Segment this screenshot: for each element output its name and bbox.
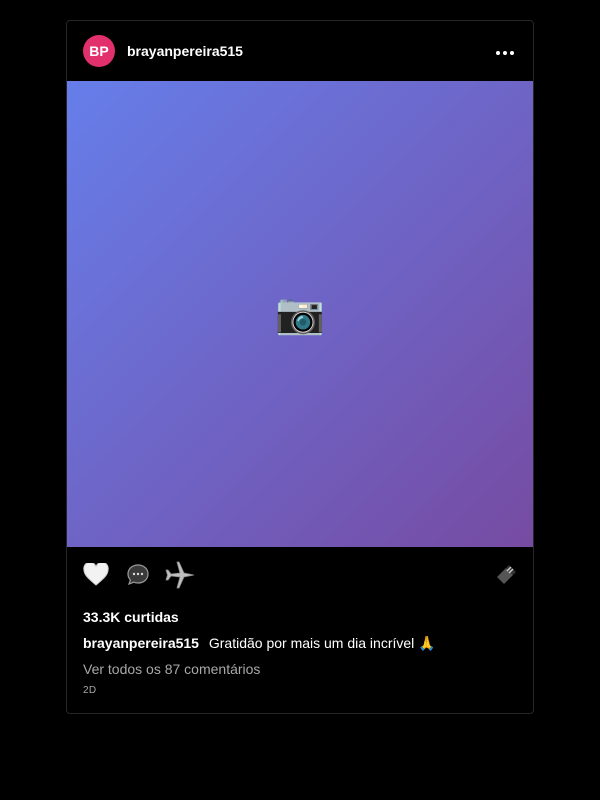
post-header: BP brayanpereira515 — [67, 21, 533, 81]
heart-icon — [83, 561, 109, 592]
more-options-button[interactable] — [493, 39, 517, 63]
caption-emoji: 🙏 — [418, 636, 436, 652]
save-button[interactable] — [489, 562, 519, 592]
post-username[interactable]: brayanpereira515 — [127, 43, 243, 59]
comment-bubble-icon — [125, 562, 151, 593]
caption-username[interactable]: brayanpereira515 — [83, 635, 199, 651]
likes-count[interactable]: 33.3K curtidas — [83, 609, 517, 627]
view-comments-link[interactable]: Ver todos os 87 comentários — [83, 661, 517, 679]
avatar[interactable]: BP — [83, 35, 115, 67]
post-caption: brayanpereira515 Gratidão por mais um di… — [83, 635, 517, 653]
caption-text: Gratidão por mais um dia incrível — [208, 635, 415, 651]
post-media[interactable]: 📷 — [67, 81, 533, 547]
airplane-share-icon — [164, 559, 196, 596]
post-info: 33.3K curtidas brayanpereira515 Gratidão… — [83, 609, 517, 696]
more-horizontal-icon — [496, 42, 514, 60]
camera-icon: 📷 — [275, 291, 325, 337]
bookmark-icon — [491, 562, 517, 593]
post-timestamp: 2D — [83, 685, 97, 696]
share-button[interactable] — [165, 561, 195, 592]
post-card: BP brayanpereira515 📷 33.3K curtidas bra… — [66, 20, 534, 714]
like-button[interactable] — [81, 561, 111, 592]
post-actions — [67, 557, 533, 597]
comment-button[interactable] — [123, 562, 153, 592]
